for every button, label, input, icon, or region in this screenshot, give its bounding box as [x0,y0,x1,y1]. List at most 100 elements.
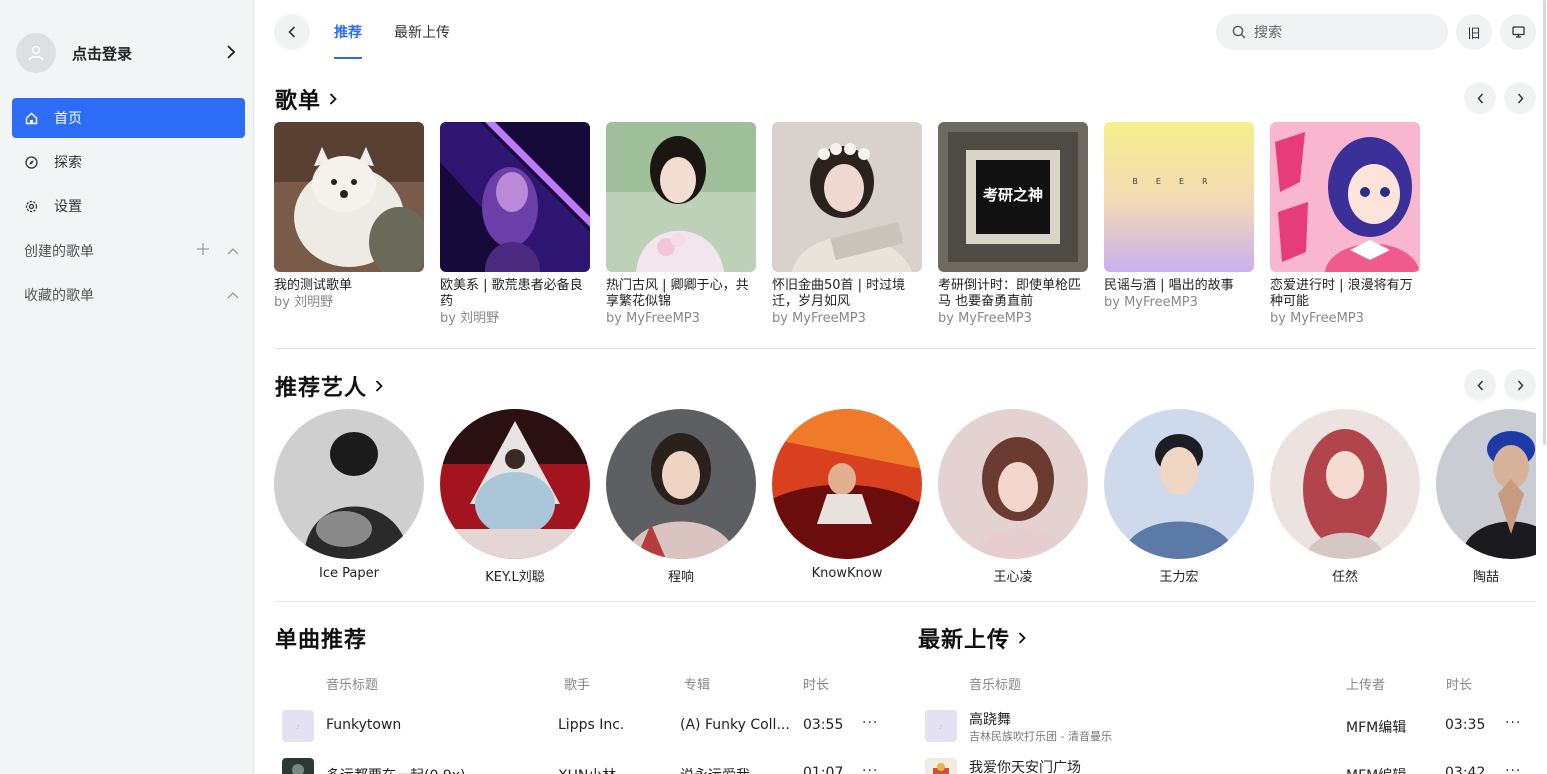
svg-text:♪: ♪ [296,724,300,731]
tab-latest-upload[interactable]: 最新上传 [394,22,450,42]
collected-playlists-header[interactable]: 收藏的歌单 [24,285,239,305]
search-input[interactable]: 搜索 [1216,14,1448,50]
artist-photo[interactable] [606,409,756,559]
playlist-card[interactable]: 考研之神 考研倒计时：即使单枪匹马 也要奋勇直前 by MyFreeMP3 [938,122,1088,328]
playlist-title[interactable]: 民谣与酒 | 唱出的故事 [1104,278,1254,294]
artist-photo[interactable] [1104,409,1254,559]
artist-name[interactable]: KnowKnow [772,566,922,581]
playlists-prev-button[interactable] [1464,82,1496,114]
playlist-card[interactable]: 怀旧金曲50首 | 时过境迁，岁月如风 by MyFreeMP3 [772,122,922,328]
artist-card[interactable]: KnowKnow [772,409,922,581]
playlist-cover[interactable]: BEER [1104,122,1254,272]
playlist-title[interactable]: 恋爱进行时 | 浪漫将有万种可能 [1270,278,1420,310]
sidebar-item-settings[interactable]: 设置 [12,186,245,226]
song-thumbnail[interactable] [282,758,314,774]
songs-section-title: 单曲推荐 [275,622,367,654]
artist-photo[interactable] [440,409,590,559]
login-button[interactable]: 点击登录 [16,32,244,74]
playlist-card[interactable]: 恋爱进行时 | 浪漫将有万种可能 by MyFreeMP3 [1270,122,1420,328]
song-uploader[interactable]: MFM编辑 [1346,765,1406,774]
artist-name[interactable]: Ice Paper [274,566,424,581]
playlist-title[interactable]: 考研倒计时：即使单枪匹马 也要奋勇直前 [938,278,1088,310]
chevron-up-icon[interactable] [227,243,239,259]
artist-name[interactable]: 任然 [1270,566,1420,585]
more-options-button[interactable]: ··· [1505,763,1521,774]
playlists-next-button[interactable] [1504,82,1536,114]
gear-icon [24,199,38,213]
more-options-button[interactable]: ··· [862,715,878,731]
created-playlists-header[interactable]: 创建的歌单 [24,241,239,261]
artist-name[interactable]: 陶喆 [1436,566,1536,585]
sidebar-item-explore[interactable]: 探索 [12,142,245,182]
playlist-card[interactable]: BEER 民谣与酒 | 唱出的故事 by MyFreeMP3 [1104,122,1254,312]
artist-name[interactable]: 王心凌 [938,566,1088,585]
cover-text: BEER [1132,177,1225,186]
song-duration: 03:55 [803,717,844,733]
artist-photo[interactable] [1436,409,1536,559]
playlist-cover[interactable] [606,122,756,272]
playlist-cover[interactable]: 考研之神 [938,122,1088,272]
tab-recommend[interactable]: 推荐 [334,22,362,42]
playlist-cover[interactable] [440,122,590,272]
song-title[interactable]: Funkytown [326,717,546,733]
artist-card[interactable]: 王力宏 [1104,409,1254,585]
playlist-cover[interactable] [1270,122,1420,272]
playlist-card[interactable]: 欧美系 | 歌荒患者必备良药 by 刘明野 [440,122,590,328]
song-thumbnail[interactable]: ♪ [282,710,314,742]
created-playlists-label: 创建的歌单 [24,244,94,260]
artist-card[interactable]: 王心凌 [938,409,1088,585]
song-uploader[interactable]: MFM编辑 [1346,717,1406,737]
artist-name[interactable]: 王力宏 [1104,566,1254,585]
artist-card[interactable]: 陶喆 [1436,409,1536,585]
song-title[interactable]: 我爱你天安门广场 [969,757,1269,774]
playlist-title[interactable]: 热门古风 | 卿卿于心，共享繁花似锦 [606,278,756,310]
playlist-card[interactable]: 我的测试歌单 by 刘明野 [274,122,424,312]
playlist-cover[interactable] [772,122,922,272]
playlist-author: by 刘明野 [274,295,334,310]
playlist-title[interactable]: 我的测试歌单 [274,278,424,294]
playlists-section-title[interactable]: 歌单 [275,83,337,115]
scrollbar[interactable] [1541,0,1547,445]
cover-text: 考研之神 [983,186,1043,204]
divider [274,348,1536,349]
more-options-button[interactable]: ··· [862,763,878,774]
latest-section-title[interactable]: 最新上传 [918,622,1026,654]
artist-card[interactable]: KEY.L刘聪 [440,409,590,585]
artist-name[interactable]: 程响 [606,566,756,585]
artist-card[interactable]: 任然 [1270,409,1420,585]
playlist-cover[interactable] [274,122,424,272]
playlist-card[interactable]: 热门古风 | 卿卿于心，共享繁花似锦 by MyFreeMP3 [606,122,756,328]
artists-section-title[interactable]: 推荐艺人 [275,370,383,402]
desktop-mode-button[interactable] [1500,14,1536,50]
song-album[interactable]: 说永远爱我 [680,765,790,774]
artist-card[interactable]: 程响 [606,409,756,585]
artist-photo[interactable] [274,409,424,559]
col-header-duration: 时长 [803,678,830,693]
sidebar-item-home[interactable]: 首页 [12,98,245,138]
plus-icon[interactable] [197,243,209,259]
artist-name[interactable]: KEY.L刘聪 [440,566,590,585]
song-thumbnail[interactable] [925,758,957,774]
chevron-up-icon[interactable] [227,287,239,303]
playlist-author: by MyFreeMP3 [772,311,866,326]
song-artist[interactable]: XUN小林 [558,765,668,774]
song-artist[interactable]: Lipps Inc. [558,717,668,733]
artist-card[interactable]: Ice Paper [274,409,424,581]
artists-next-button[interactable] [1504,369,1536,401]
active-tab-indicator [334,57,362,59]
artist-photo[interactable] [772,409,922,559]
more-options-button[interactable]: ··· [1505,715,1521,731]
song-duration: 01:07 [803,765,844,774]
playlist-title[interactable]: 怀旧金曲50首 | 时过境迁，岁月如风 [772,278,922,310]
song-title[interactable]: 高跷舞 [969,709,1269,729]
song-title[interactable]: 多远都要在一起(0.9x) [326,765,546,774]
artist-photo[interactable] [1270,409,1420,559]
playlist-title[interactable]: 欧美系 | 歌荒患者必备良药 [440,278,590,310]
artists-prev-button[interactable] [1464,369,1496,401]
back-button[interactable] [274,14,310,50]
sidebar-item-label: 探索 [54,155,82,171]
artist-photo[interactable] [938,409,1088,559]
song-thumbnail[interactable]: ♪ [925,710,957,742]
old-version-button[interactable]: 旧 [1456,14,1492,50]
song-album[interactable]: (A) Funky Coll... [680,717,790,733]
